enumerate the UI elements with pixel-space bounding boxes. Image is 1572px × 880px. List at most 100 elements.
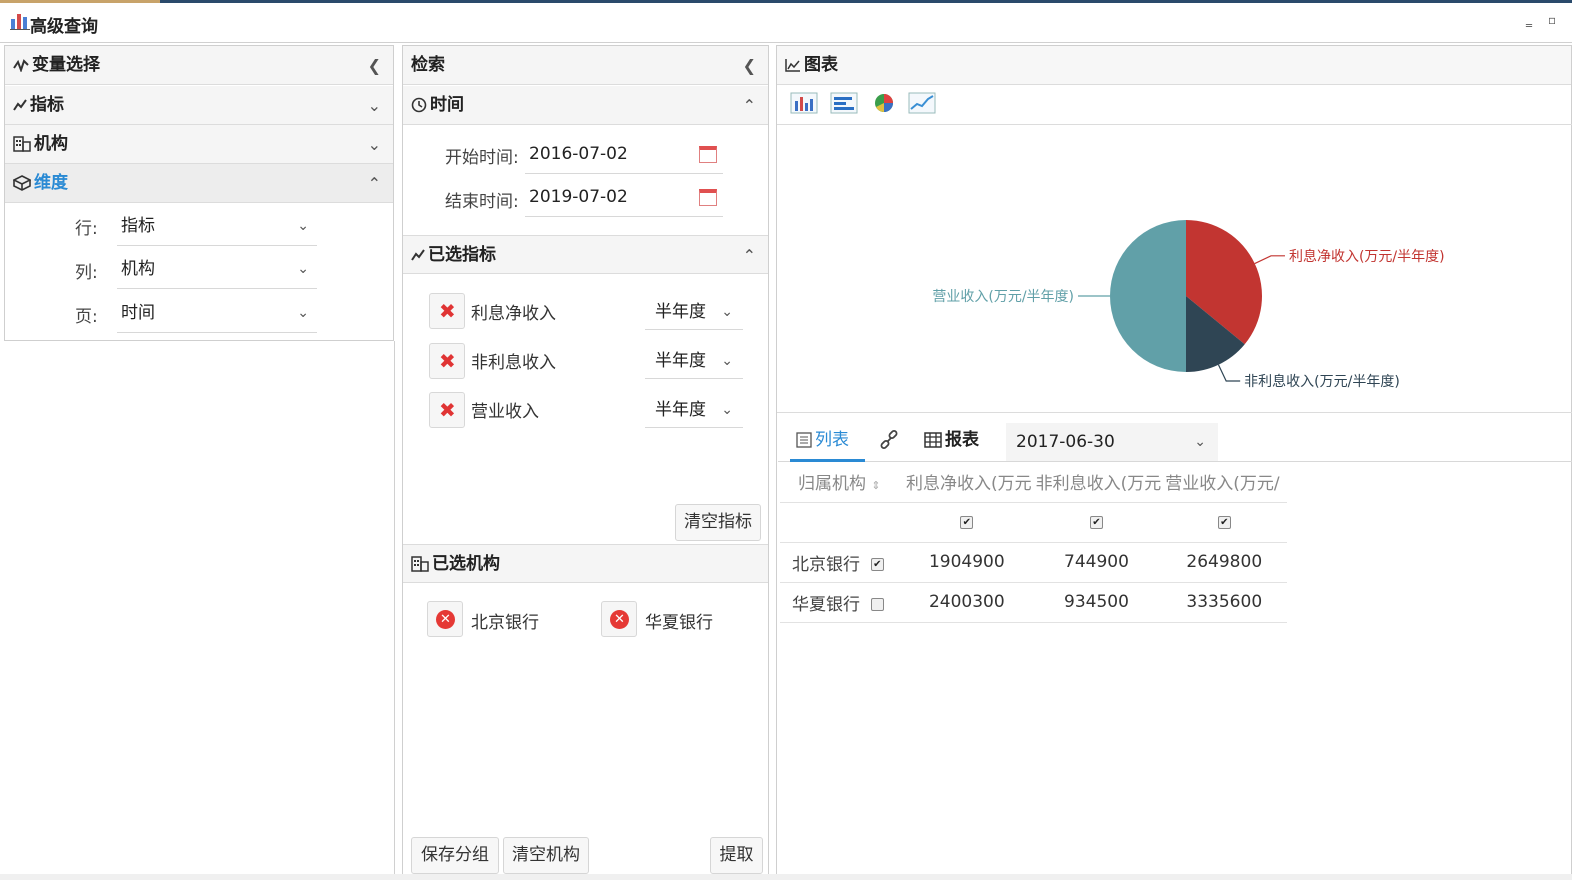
- search-panel: 检索 ❮ 时间 ⌃ 开始时间: 2016-07-02 结束时间: 2019-07…: [402, 45, 769, 875]
- extract-button[interactable]: 提取: [710, 837, 763, 874]
- pie-slice[interactable]: [1110, 220, 1186, 372]
- remove-institution-button[interactable]: ✕: [601, 601, 637, 637]
- trend-icon: [13, 99, 27, 111]
- pie-chart-icon[interactable]: [870, 92, 898, 114]
- link-icon[interactable]: [878, 420, 904, 462]
- remove-indicator-button[interactable]: ✖: [429, 343, 465, 379]
- row-checkbox[interactable]: [870, 598, 884, 611]
- institution-name: 华夏银行: [645, 613, 713, 633]
- chevron-down-icon: ⌄: [721, 402, 733, 418]
- collapse-middle-icon[interactable]: ❮: [743, 46, 756, 85]
- table-icon: [924, 432, 942, 448]
- window-title: 高级查询: [30, 17, 98, 37]
- remove-institution-button[interactable]: ✕: [427, 601, 463, 637]
- tab-list[interactable]: 列表: [790, 420, 865, 462]
- chevron-down-icon[interactable]: ⌄: [368, 125, 381, 164]
- column-header-label: 归属机构: [798, 474, 866, 495]
- chevron-up-icon[interactable]: ⌃: [743, 236, 756, 275]
- section-dimensions[interactable]: 维度 ⌃: [5, 164, 393, 203]
- remove-indicator-button[interactable]: ✖: [429, 293, 465, 329]
- sort-icon[interactable]: ⇕: [871, 479, 880, 492]
- dim-page-label: 页:: [75, 307, 98, 327]
- indicator-name: 营业收入: [471, 402, 539, 422]
- select-column-checkbox[interactable]: ✔: [1217, 515, 1231, 529]
- date-select[interactable]: 2017-06-30 ⌄: [1006, 423, 1218, 461]
- indicator-name: 利息净收入: [471, 304, 556, 324]
- search-header[interactable]: 检索 ❮: [403, 46, 768, 85]
- chevron-down-icon[interactable]: ⌄: [368, 86, 381, 125]
- section-dimensions-label: 维度: [34, 173, 68, 193]
- collapse-left-icon[interactable]: ❮: [368, 46, 381, 85]
- restore-button[interactable]: ▫: [1548, 13, 1556, 27]
- dim-row-select[interactable]: 指标 ⌄: [117, 206, 317, 246]
- selected-institutions-header[interactable]: 已选机构: [403, 544, 768, 583]
- close-icon: ✖: [439, 349, 456, 373]
- building-icon: [13, 136, 31, 152]
- selected-indicators-title: 已选指标: [428, 245, 496, 265]
- indicator-period-select[interactable]: 半年度 ⌄: [645, 392, 743, 428]
- chart-title: 图表: [804, 55, 838, 75]
- bar-chart-icon[interactable]: [790, 92, 818, 114]
- save-group-button[interactable]: 保存分组: [411, 837, 499, 874]
- dim-row-label: 行:: [75, 219, 98, 239]
- table-cell: 934500: [1031, 582, 1162, 623]
- dim-page-select[interactable]: 时间 ⌄: [117, 293, 317, 333]
- end-time-input[interactable]: 2019-07-02: [525, 177, 723, 217]
- dim-page-value: 时间: [121, 303, 155, 323]
- chart-header: 图表: [777, 46, 1571, 85]
- column-header[interactable]: 利息净收入(万元: [902, 462, 1032, 503]
- indicator-period-value: 半年度: [655, 351, 706, 371]
- clear-indicators-button[interactable]: 清空指标: [675, 504, 761, 541]
- column-header[interactable]: 营业收入(万元/: [1161, 462, 1288, 503]
- tab-report[interactable]: 报表: [924, 420, 994, 462]
- clear-institutions-button[interactable]: 清空机构: [503, 837, 589, 874]
- left-divider: [394, 341, 395, 874]
- indicator-period-select[interactable]: 半年度 ⌄: [645, 294, 743, 330]
- chevron-down-icon: ⌄: [297, 218, 309, 234]
- indicator-name: 非利息收入: [471, 353, 556, 373]
- time-section-header[interactable]: 时间 ⌃: [403, 86, 768, 125]
- section-institutions-label: 机构: [34, 134, 68, 154]
- result-table: 归属机构 ⇕ 利息净收入(万元 非利息收入(万元 营业收入(万元/ ✔ ✔ ✔ …: [780, 462, 1288, 623]
- dim-col-label: 列:: [75, 263, 98, 283]
- dim-row-value: 指标: [121, 216, 155, 236]
- dim-col-value: 机构: [121, 259, 155, 279]
- table-cell: 744900: [1031, 542, 1162, 583]
- chevron-up-icon[interactable]: ⌃: [368, 164, 381, 203]
- selected-indicators-header[interactable]: 已选指标 ⌃: [403, 235, 768, 274]
- indicator-period-select[interactable]: 半年度 ⌄: [645, 343, 743, 379]
- row-institution-name: 华夏银行: [792, 594, 860, 615]
- table-row: 华夏银行 2400300 934500 3335600: [780, 582, 1288, 623]
- start-time-label: 开始时间:: [445, 148, 519, 168]
- start-time-input[interactable]: 2016-07-02: [525, 134, 723, 174]
- chevron-down-icon: ⌄: [1194, 434, 1206, 450]
- building-icon: [411, 556, 429, 572]
- pie-label: 利息净收入(万元/半年度): [1289, 248, 1445, 265]
- table-cell: 3335600: [1161, 582, 1288, 623]
- chevron-up-icon[interactable]: ⌃: [743, 86, 756, 125]
- section-indicators[interactable]: 指标 ⌄: [5, 86, 393, 125]
- column-header[interactable]: 非利息收入(万元: [1031, 462, 1162, 503]
- bottom-strip: [0, 874, 1572, 880]
- chevron-down-icon: ⌄: [297, 305, 309, 321]
- select-column-checkbox[interactable]: ✔: [960, 515, 974, 529]
- close-icon: ✖: [439, 299, 456, 323]
- minimize-button[interactable]: ‗: [1526, 13, 1532, 27]
- line-chart-icon[interactable]: [908, 92, 936, 114]
- section-institutions[interactable]: 机构 ⌄: [5, 125, 393, 164]
- column-header[interactable]: 归属机构 ⇕: [780, 462, 902, 503]
- remove-indicator-button[interactable]: ✖: [429, 392, 465, 428]
- indicator-period-value: 半年度: [655, 400, 706, 420]
- select-column-checkbox[interactable]: ✔: [1089, 515, 1103, 529]
- dim-col-select[interactable]: 机构 ⌄: [117, 249, 317, 289]
- start-time-value: 2016-07-02: [529, 144, 628, 164]
- horizontal-bar-icon[interactable]: [830, 92, 858, 114]
- calendar-icon[interactable]: [699, 146, 717, 163]
- table-header-row: 归属机构 ⇕ 利息净收入(万元 非利息收入(万元 营业收入(万元/: [780, 462, 1288, 503]
- date-select-value: 2017-06-30: [1016, 432, 1115, 452]
- selected-institutions-title: 已选机构: [432, 554, 500, 574]
- calendar-icon[interactable]: [699, 189, 717, 206]
- variable-selection-header[interactable]: 变量选择 ❮: [5, 46, 393, 85]
- pie-label: 营业收入(万元/半年度): [932, 289, 1074, 305]
- row-checkbox[interactable]: ✔: [870, 558, 884, 571]
